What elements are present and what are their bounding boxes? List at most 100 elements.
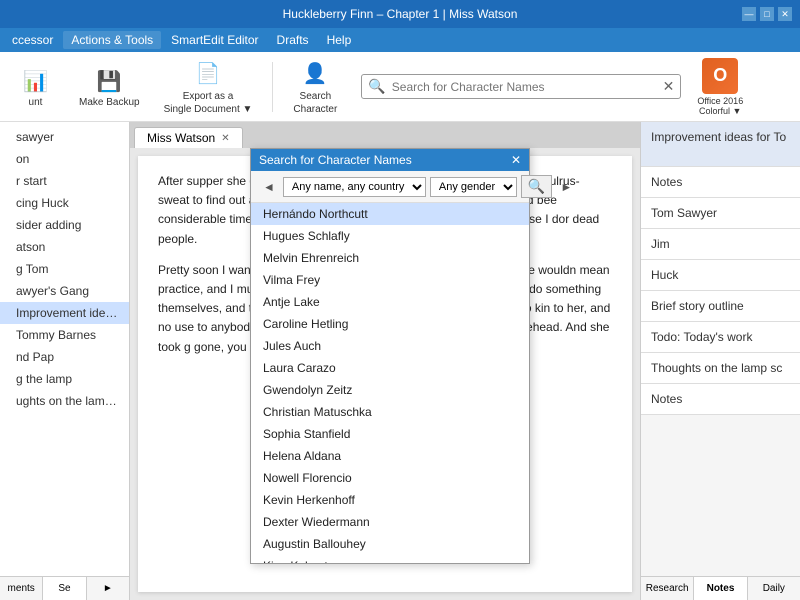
doc-tab-label: Miss Watson xyxy=(147,131,215,145)
maximize-btn[interactable]: □ xyxy=(760,7,774,21)
right-panel-jim[interactable]: Jim xyxy=(641,229,800,260)
char-name-item[interactable]: Christian Matuschka xyxy=(251,401,529,423)
character-search-input[interactable] xyxy=(392,80,663,94)
right-panel-tab-daily[interactable]: Daily xyxy=(748,577,800,600)
close-btn[interactable]: ✕ xyxy=(778,7,792,21)
document-area: Miss Watson ✕ After supper she got out h… xyxy=(130,122,640,600)
right-panel-todo[interactable]: Todo: Today's work xyxy=(641,322,800,353)
right-panel-notes-footer[interactable]: Notes xyxy=(641,384,800,415)
char-dropdown-header: Search for Character Names ✕ xyxy=(251,149,529,171)
character-search-close[interactable]: ✕ xyxy=(663,78,675,95)
character-search-bar[interactable]: 🔍 ✕ xyxy=(361,74,681,99)
sidebar-tab-arrow[interactable]: ► xyxy=(87,577,129,600)
search-char-icon: 👤 xyxy=(299,58,331,90)
sidebar-item-on[interactable]: on xyxy=(0,148,129,170)
char-name-item[interactable]: Helena Aldana xyxy=(251,445,529,467)
sidebar-item-nd-pap[interactable]: nd Pap xyxy=(0,346,129,368)
doc-tab-miss-watson[interactable]: Miss Watson ✕ xyxy=(134,127,243,148)
search-char-label: SearchCharacter xyxy=(293,90,337,116)
count-label: unt xyxy=(29,97,43,108)
sidebar-item-g-tom[interactable]: g Tom xyxy=(0,258,129,280)
doc-tab-close-icon[interactable]: ✕ xyxy=(221,133,229,144)
main-content: sawyer on r start cing Huck sider adding… xyxy=(0,122,800,600)
char-name-list: Hernándo NorthcuttHugues SchlaflyMelvin … xyxy=(251,203,529,563)
char-search-go-btn[interactable]: 🔍 xyxy=(521,175,552,198)
right-panel-tom-sawyer[interactable]: Tom Sawyer xyxy=(641,198,800,229)
right-panel-thoughts-lamp[interactable]: Thoughts on the lamp sc xyxy=(641,353,800,384)
nav-arrow-left[interactable]: ◄ xyxy=(259,178,279,196)
sidebar-tab-ments[interactable]: ments xyxy=(0,577,43,600)
char-name-item[interactable]: Nowell Florencio xyxy=(251,467,529,489)
gender-filter-select[interactable]: Any gender xyxy=(430,177,517,197)
right-panel-brief-story[interactable]: Brief story outline xyxy=(641,291,800,322)
sidebar-item-r-start[interactable]: r start xyxy=(0,170,129,192)
char-dropdown-title: Search for Character Names xyxy=(259,153,412,167)
export-icon: 📄 xyxy=(192,58,224,90)
export-single-button[interactable]: 📄 Export as aSingle Document ▼ xyxy=(156,54,261,120)
right-panel: Improvement ideas for To Notes Tom Sawye… xyxy=(640,122,800,600)
backup-icon: 💾 xyxy=(93,65,125,97)
toolbar-separator xyxy=(272,62,273,112)
sidebar-item-tommy[interactable]: Tommy Barnes xyxy=(0,324,129,346)
nav-arrow-right[interactable]: ► xyxy=(556,178,576,196)
char-name-item[interactable]: Melvin Ehrenreich xyxy=(251,247,529,269)
sidebar-item-improvement[interactable]: Improvement ideas for... xyxy=(0,302,129,324)
char-name-item[interactable]: Kian Kohnstamm xyxy=(251,555,529,563)
search-character-button[interactable]: 👤 SearchCharacter xyxy=(285,54,345,120)
title-bar: Huckleberry Finn – Chapter 1 | Miss Wats… xyxy=(0,0,800,28)
window-title: Huckleberry Finn – Chapter 1 | Miss Wats… xyxy=(283,7,518,21)
char-dropdown-close[interactable]: ✕ xyxy=(511,153,521,167)
char-name-item[interactable]: Gwendolyn Zeitz xyxy=(251,379,529,401)
char-search-magnifier: 🔍 xyxy=(368,78,385,95)
char-name-item[interactable]: Hernándo Northcutt xyxy=(251,203,529,225)
menu-accessor[interactable]: ccessor xyxy=(4,31,61,49)
sidebar-item-ughts-lamp[interactable]: ughts on the lamp... xyxy=(0,390,129,412)
char-name-item[interactable]: Sophia Stanfield xyxy=(251,423,529,445)
char-search-filters: ◄ Any name, any country Any gender 🔍 ► xyxy=(251,171,529,203)
export-label: Export as aSingle Document ▼ xyxy=(164,90,253,116)
sidebar-tab-se[interactable]: Se xyxy=(43,577,86,600)
doc-tab-bar: Miss Watson ✕ xyxy=(130,122,640,148)
sidebar-item-g-lamp[interactable]: g the lamp xyxy=(0,368,129,390)
backup-label: Make Backup xyxy=(79,97,140,108)
char-name-item[interactable]: Vilma Frey xyxy=(251,269,529,291)
right-panel-improvement[interactable]: Improvement ideas for To xyxy=(641,122,800,167)
right-panel-tab-research[interactable]: Research xyxy=(641,577,694,600)
right-panel-tabs: Research Notes Daily xyxy=(641,576,800,600)
minimize-btn[interactable]: — xyxy=(742,7,756,21)
character-search-dropdown[interactable]: Search for Character Names ✕ ◄ Any name,… xyxy=(250,148,530,564)
char-name-item[interactable]: Antje Lake xyxy=(251,291,529,313)
menu-drafts[interactable]: Drafts xyxy=(269,31,317,49)
office-label: Office 2016Colorful ▼ xyxy=(697,96,743,116)
char-name-item[interactable]: Caroline Hetling xyxy=(251,313,529,335)
window-controls: — □ ✕ xyxy=(742,7,792,21)
count-icon: 📊 xyxy=(20,65,52,97)
office-button[interactable]: O Office 2016Colorful ▼ xyxy=(697,58,743,116)
menu-actions[interactable]: Actions & Tools xyxy=(63,31,161,49)
sidebar-item-atson[interactable]: atson xyxy=(0,236,129,258)
sidebar-item-sawyer[interactable]: sawyer xyxy=(0,126,129,148)
char-name-item[interactable]: Jules Auch xyxy=(251,335,529,357)
char-name-item[interactable]: Dexter Wiedermann xyxy=(251,511,529,533)
sidebar-scroll: sawyer on r start cing Huck sider adding… xyxy=(0,122,129,576)
right-panel-tab-notes[interactable]: Notes xyxy=(694,577,747,600)
char-name-item[interactable]: Kevin Herkenhoff xyxy=(251,489,529,511)
menu-smartedit[interactable]: SmartEdit Editor xyxy=(163,31,266,49)
char-name-item[interactable]: Augustin Ballouhey xyxy=(251,533,529,555)
sidebar-item-cing-huck[interactable]: cing Huck xyxy=(0,192,129,214)
char-name-item[interactable]: Hugues Schlafly xyxy=(251,225,529,247)
left-sidebar: sawyer on r start cing Huck sider adding… xyxy=(0,122,130,600)
menu-help[interactable]: Help xyxy=(319,31,360,49)
menu-bar: ccessor Actions & Tools SmartEdit Editor… xyxy=(0,28,800,52)
count-button[interactable]: 📊 unt xyxy=(8,61,63,112)
toolbar: 📊 unt 💾 Make Backup 📄 Export as aSingle … xyxy=(0,52,800,122)
make-backup-button[interactable]: 💾 Make Backup xyxy=(71,61,148,112)
sidebar-tabs: ments Se ► xyxy=(0,576,129,600)
char-name-item[interactable]: Laura Carazo xyxy=(251,357,529,379)
right-panel-huck[interactable]: Huck xyxy=(641,260,800,291)
office-icon: O xyxy=(702,58,738,94)
sidebar-item-sawyers-gang[interactable]: awyer's Gang xyxy=(0,280,129,302)
country-filter-select[interactable]: Any name, any country xyxy=(283,177,426,197)
sidebar-item-sider-adding[interactable]: sider adding xyxy=(0,214,129,236)
right-panel-notes-header[interactable]: Notes xyxy=(641,167,800,198)
